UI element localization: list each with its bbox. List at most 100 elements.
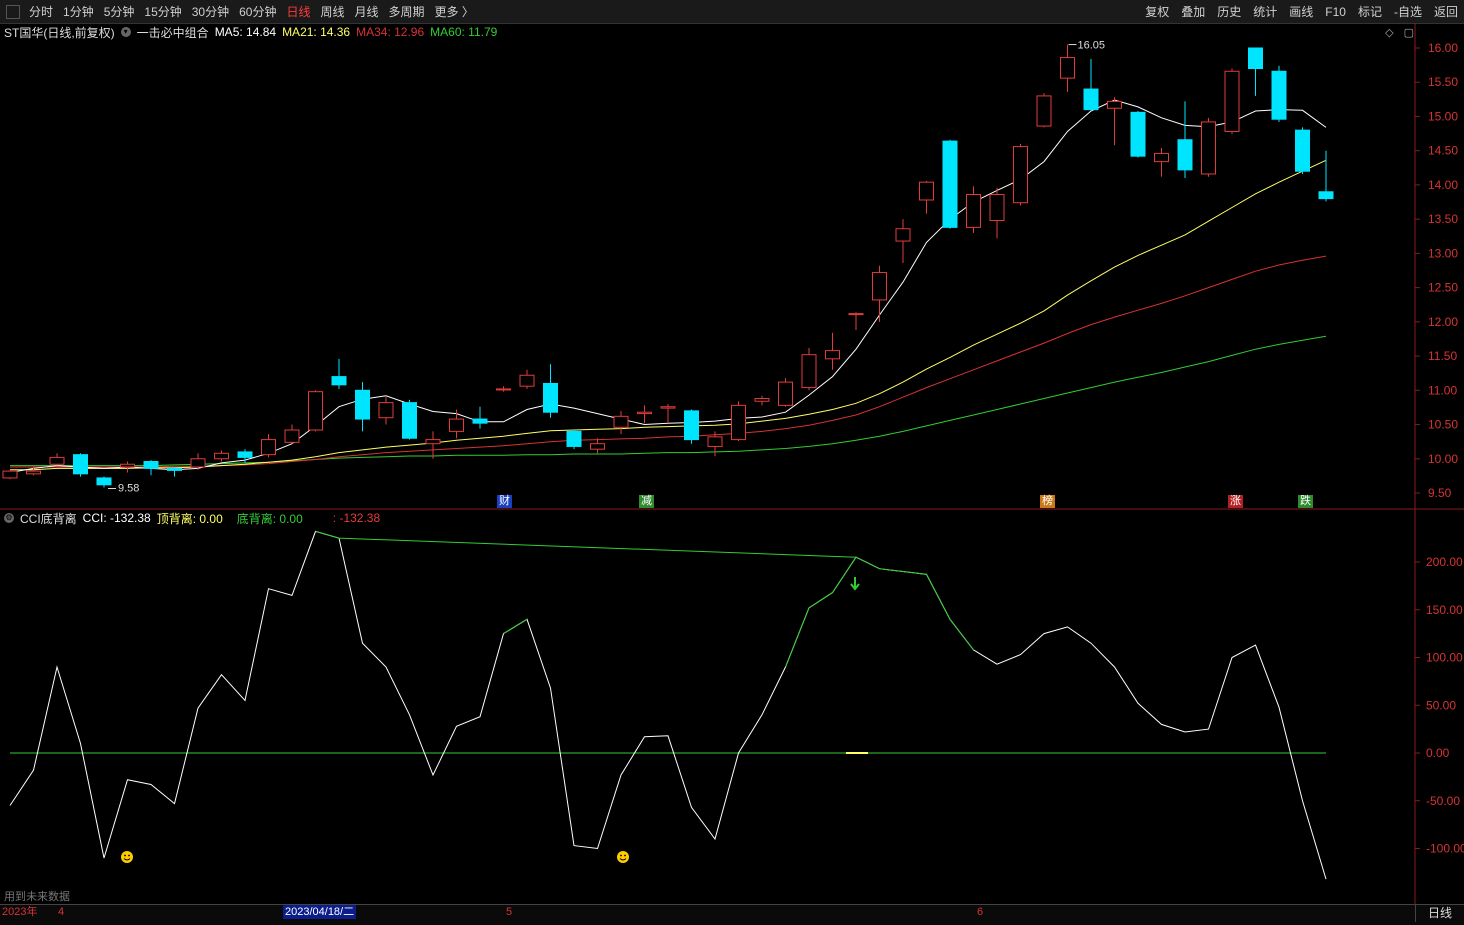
candle-body-3 [73,454,88,475]
time-axis [0,904,1464,925]
toolbar-button-8[interactable]: 返回 [1428,3,1464,20]
sub-title-bar: ⚙ CCI底背离 CCI: -132.38 顶背离: 0.00 底背离: 0.0… [4,510,386,526]
candle-body-18 [425,439,441,445]
candle-body-56 [1318,191,1334,200]
sub-indicator-name[interactable]: CCI底背离 [20,510,77,527]
price-tick-label-8: 12.00 [1428,315,1458,329]
settings-circle-icon[interactable]: ⚙ [4,513,14,523]
future-data-note: 用到未来数据 [4,891,70,903]
smiley-eye-l-0 [124,854,126,857]
year-label: 2023年 [2,906,38,918]
toolbar-button-6[interactable]: 标记 [1352,3,1388,20]
cci-line [9,530,1327,880]
month-5-label: 5 [506,906,513,918]
event-badge-3[interactable]: 涨 [1228,495,1243,508]
price-tick-label-12: 10.00 [1428,452,1458,466]
candle-body-0 [2,470,18,479]
price-tick-label-13: 9.50 [1428,486,1452,500]
event-badge-0[interactable]: 财 [497,495,512,508]
cci-tick-label-0: 200.00 [1426,555,1463,569]
bottom-div-value: 底背离: 0.00 [236,511,303,526]
candle-body-50 [1177,139,1193,171]
cci-tick-label-5: -50.00 [1426,794,1460,808]
price-tick-label-7: 12.50 [1428,281,1458,295]
period-tab-5[interactable]: 60分钟 [234,3,281,20]
period-tab-7[interactable]: 周线 [315,3,349,20]
smiley-eye-l-1 [620,854,622,857]
cci-tick-label-1: 150.00 [1426,603,1463,617]
toolbar-button-0[interactable]: 复权 [1139,3,1175,20]
month-4-label: 4 [58,906,65,918]
price-tick-label-5: 13.50 [1428,212,1458,226]
extra-value: : -132.38 [332,511,381,525]
candle-body-45 [1060,57,1075,79]
price-tick-label-0: 16.00 [1428,41,1458,55]
candle-body-52 [1224,70,1240,133]
cci-divergence-line-2 [503,618,528,635]
period-tab-10[interactable]: 更多 〉 [430,3,479,20]
candle-body-23 [543,382,558,413]
candle-body-39 [919,181,934,201]
menu-corner-icon[interactable] [6,4,20,19]
event-badge-1[interactable]: 减 [639,495,654,508]
candle-body-38 [895,228,911,242]
period-tab-4[interactable]: 30分钟 [187,3,234,20]
candle-body-33 [778,381,793,406]
price-tick-label-1: 15.50 [1428,75,1458,89]
period-tab-3[interactable]: 15分钟 [139,3,186,20]
toolbar-button-1[interactable]: 叠加 [1175,3,1211,20]
event-badge-2[interactable]: 榜 [1040,495,1055,508]
period-indicator[interactable]: 日线 [1415,904,1464,922]
candle-body-30 [707,436,723,447]
price-tick-label-2: 15.00 [1428,109,1458,123]
price-tick-label-9: 11.50 [1428,349,1457,363]
candle-body-46 [1083,88,1099,111]
smiley-eye-r-1 [624,854,626,857]
cci-tick-label-4: 0.00 [1426,746,1450,760]
candle-body-17 [402,402,417,439]
price-tick-label-6: 13.00 [1428,246,1458,260]
candle-body-31 [731,404,746,441]
candle-body-2 [49,456,65,465]
month-6-label: 6 [977,906,984,918]
candle-body-48 [1130,111,1146,157]
candle-body-24 [566,430,582,447]
price-tick-label-3: 14.50 [1428,144,1458,158]
toolbar-button-5[interactable]: F10 [1319,5,1352,19]
toolbar-button-7[interactable]: -自选 [1388,3,1428,20]
period-tab-2[interactable]: 5分钟 [99,3,140,20]
event-badge-4[interactable]: 跌 [1298,495,1313,508]
toolbar-button-2[interactable]: 历史 [1211,3,1247,20]
candle-body-54 [1271,70,1287,120]
low-price-label: 9.58 [118,483,139,495]
candle-body-32 [754,398,770,402]
candle-body-43 [1013,146,1028,204]
chart-canvas[interactable]: 16.00 15.50 15.00 14.50 14.00 13.50 13.00 12.50… [0,23,1464,904]
candle-body-11 [261,439,276,456]
candle-body-6 [143,461,159,469]
candle-body-34 [801,354,817,389]
candle-body-41 [966,194,981,228]
period-tab-1[interactable]: 1分钟 [58,3,99,20]
period-tab-8[interactable]: 月线 [350,3,384,20]
period-tab-9[interactable]: 多周期 [384,3,430,20]
price-tick-label-4: 14.00 [1428,178,1458,192]
candle-body-5 [120,463,135,468]
high-price-label: 16.05 [1078,40,1106,52]
ma34-line [10,255,1327,468]
candle-body-7 [167,467,182,471]
smiley-icon-1 [617,851,629,863]
candle-body-51 [1201,121,1216,175]
toolbar-right: 复权 叠加 历史 统计 画线 F10 标记 -自选 返回 [1139,0,1464,23]
candle-body-13 [308,391,323,431]
cci-tick-label-2: 100.00 [1426,651,1463,665]
ma60-line [10,335,1327,467]
candle-body-20 [472,418,488,424]
period-tabs: 分时 1分钟 5分钟 15分钟 30分钟 60分钟 日线 周线 月线 多周期 更多 〉 [24,3,479,20]
toolbar-button-3[interactable]: 统计 [1247,3,1283,20]
toolbar-button-4[interactable]: 画线 [1283,3,1319,20]
toolbar: 分时 1分钟 5分钟 15分钟 30分钟 60分钟 日线 周线 月线 多周期 更多 〉 复权 叠加 历史… [0,0,1464,24]
period-tab-6[interactable]: 日线 [281,3,315,20]
candle-body-53 [1248,47,1263,70]
period-tab-0[interactable]: 分时 [24,3,58,20]
